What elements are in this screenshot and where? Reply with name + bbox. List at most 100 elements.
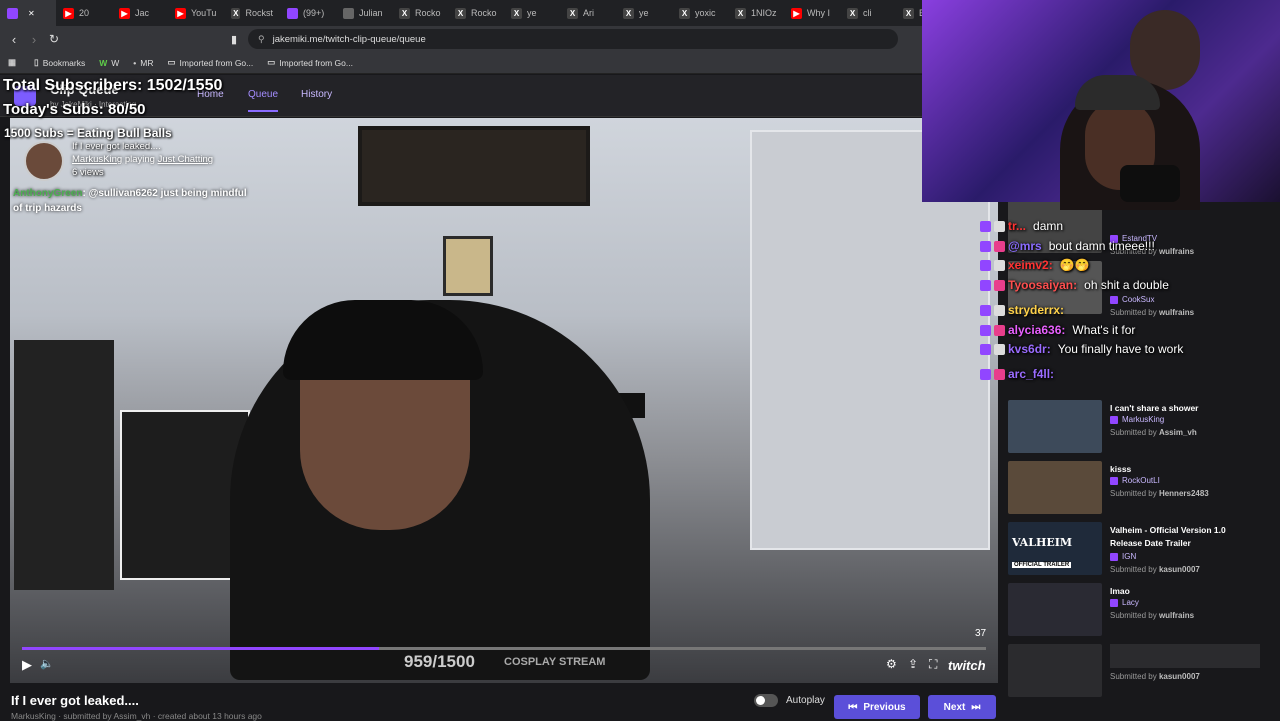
twitch-badge-icon [980,324,991,336]
bookmark-item[interactable]: WW [99,58,119,68]
queue-item-title[interactable]: kisss [1110,463,1260,476]
queue-item-channel[interactable]: MarkusKing [1110,415,1164,424]
submitted-by-label: Submitted by [1110,489,1157,498]
channel-icon [1110,295,1118,304]
browser-tab[interactable]: Xyoxic [672,0,728,26]
queue-thumbnail[interactable] [1008,461,1102,514]
chat-username[interactable]: tr... [1008,219,1026,233]
site-info-icon[interactable]: ⚲ [258,34,265,45]
channel-link[interactable]: MarkusKing [72,154,122,165]
sub-badge-icon [994,304,1005,316]
tab-label: cli [863,8,872,18]
chat-username[interactable]: kvs6dr: [1008,342,1051,356]
url-field[interactable]: ⚲ jakemiki.me/twitch-clip-queue/queue [248,29,898,49]
chat-text: bout damn timeee!!! [1048,239,1155,253]
browser-tab[interactable]: ▶ 20 [56,0,112,26]
browser-tab[interactable]: X Rocko [448,0,504,26]
next-icon: ⏭ [971,701,981,713]
twitch-badge-icon [980,279,991,291]
bookmark-item[interactable]: ▯ Bookmarks [34,57,85,68]
queue-item-title[interactable]: lmao [1110,585,1260,598]
volume-icon[interactable]: 🔈 [40,657,54,670]
chat-username[interactable]: arc_f4ll: [1008,367,1054,381]
chat-message: @mrs bout damn timeee!!! [980,239,1155,253]
tab-label: ye [639,8,649,18]
next-button[interactable]: Next ⏭ [928,695,996,719]
bookmark-page-icon[interactable]: ▮ [224,33,244,46]
bookmark-item[interactable]: ▦ [8,57,20,68]
bookmark-item[interactable]: • MR [133,58,153,68]
browser-tab[interactable]: X 1NIOz [728,0,784,26]
bookmark-label: Bookmarks [42,57,86,68]
forward-icon[interactable]: › [24,32,44,47]
youtube-icon: ▶ [175,7,186,19]
chat-text: oh shit a double [1084,278,1169,292]
bookmark-item[interactable]: ▭ Imported from Go... [267,57,353,68]
nav-queue[interactable]: Queue [248,89,279,112]
queue-thumbnail[interactable] [1008,644,1102,697]
chat-username[interactable]: @mrs [1008,239,1042,253]
queue-item-channel[interactable]: IGN [1110,552,1136,561]
x-icon: X [679,7,690,19]
chat-message: stryderrx: [980,303,1071,317]
submitted-by-label: Submitted by [1110,428,1157,437]
queue-item-channel[interactable]: RockOutLI [1110,476,1160,485]
chat-username[interactable]: xeimv2: [1008,258,1053,272]
game-link[interactable]: Just Chatting [158,154,213,165]
browser-tab[interactable]: XB [896,0,922,26]
clip-title-overlay: If I ever got leaked.... [72,141,161,152]
today-subs-overlay: Today's Subs: 80/50 [3,101,146,118]
back-icon[interactable]: ‹ [4,32,24,47]
fullscreen-icon[interactable]: ⛶ [929,657,937,672]
queue-item-title[interactable]: I can't share a shower [1110,402,1260,415]
sub-goal-label: COSPLAY STREAM [504,656,606,668]
browser-tab[interactable]: ✕ [0,0,56,26]
nav-history[interactable]: History [301,89,332,100]
twitch-logo[interactable]: twitch [948,658,986,673]
x-icon: X [567,7,578,19]
tab-label: Julian [359,8,383,18]
chat-text: damn [1033,219,1064,233]
play-icon[interactable]: ▶ [22,657,32,673]
address-bar: ‹ › ↻ ▮ ⚲ jakemiki.me/twitch-clip-queue/… [0,26,922,52]
queue-item-channel[interactable]: Lacy [1110,598,1139,607]
browser-tab[interactable]: X Rockst [224,0,280,26]
queue-item-title[interactable]: Valheim - Official Version 1.0 Release D… [1110,524,1260,550]
browser-tab[interactable]: (99+) [280,0,336,26]
queue-thumbnail[interactable] [1008,400,1102,453]
browser-tab[interactable]: Xye [616,0,672,26]
playing-word: playing [124,154,155,165]
settings-gear-icon[interactable]: ⚙ [886,657,897,671]
browser-tab[interactable]: Xye [504,0,560,26]
chat-username[interactable]: alycia636: [1008,323,1065,337]
browser-tab[interactable]: Xcli [840,0,896,26]
browser-tab[interactable]: ▶ Why I [784,0,840,26]
browser-tab[interactable]: ▶ Jac [112,0,168,26]
streamer-avatar[interactable] [24,141,64,181]
share-icon[interactable]: ⇪ [908,657,918,671]
video-shelf [14,340,114,590]
twitch-badge-icon [980,368,991,380]
autoplay-toggle[interactable] [754,694,778,707]
browser-tab[interactable]: X Rocko [392,0,448,26]
browser-tab[interactable]: X Ari [560,0,616,26]
browser-tab[interactable]: ▶ YouTu [168,0,224,26]
autoplay-label: Autoplay [786,695,825,706]
chat-username[interactable]: stryderrx: [1008,303,1064,317]
channel-icon [1110,415,1118,424]
bookmark-item[interactable]: ▭ Imported from Go... [168,57,254,68]
queue-channel-name: IGN [1122,552,1137,561]
reload-icon[interactable]: ↻ [44,32,64,46]
close-tab-icon[interactable]: ✕ [28,9,35,18]
tab-label: Why I [807,8,831,18]
queue-item-channel[interactable]: CookSux [1110,295,1154,304]
previous-icon: ⏮ [848,701,858,713]
autoplay-control[interactable]: Autoplay [754,694,825,707]
sub-goal-counter: 959/1500 [404,652,475,671]
queue-thumbnail[interactable]: VALHEIM OFFICIAL TRAILER [1008,522,1102,575]
previous-button[interactable]: ⏮ Previous [834,695,920,719]
browser-tab[interactable]: Julian [336,0,392,26]
queue-item-submitter: Submitted by kasun0007 [1110,565,1200,574]
queue-thumbnail[interactable] [1008,583,1102,636]
chat-username[interactable]: Tyoosaiyan: [1008,278,1077,292]
